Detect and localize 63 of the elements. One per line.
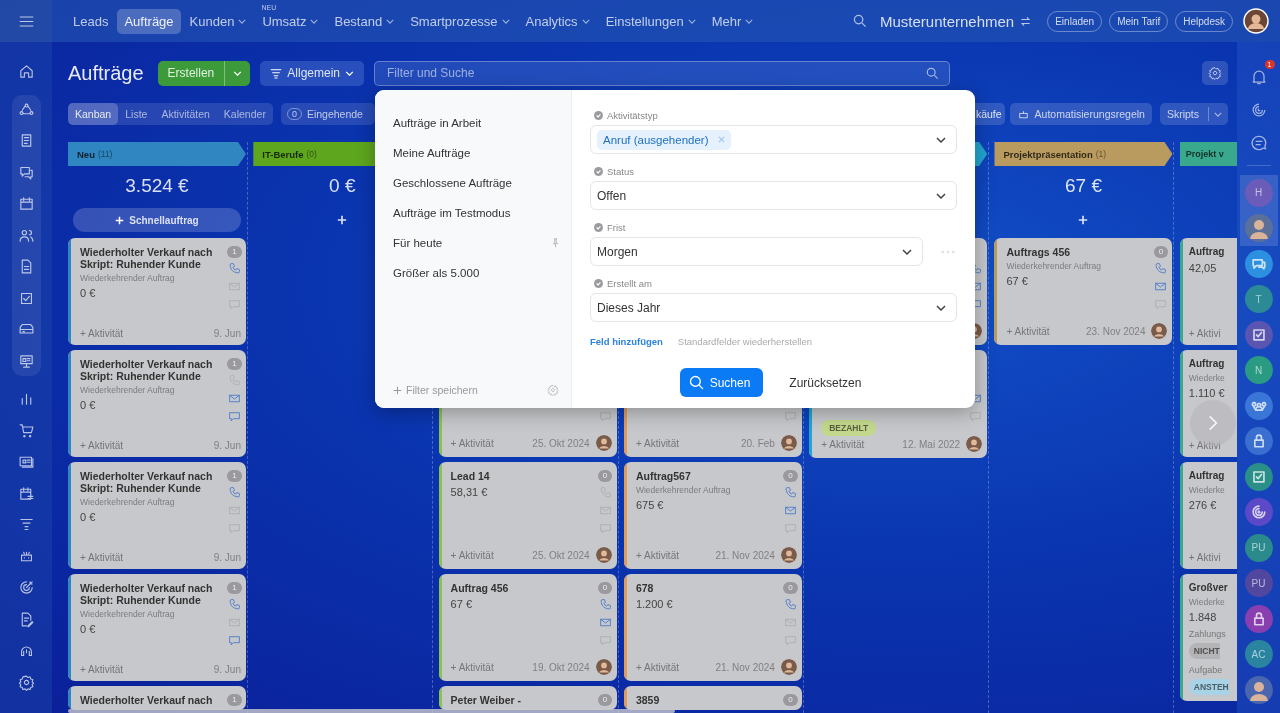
card-date: 21. Nov 2024	[715, 549, 775, 561]
card-subtitle: Wiederkehrender Auftrag	[1006, 261, 1101, 271]
activity-counter: 0	[597, 582, 613, 594]
card-amount: 1.110 €	[1188, 387, 1225, 399]
card-amount: 42,05	[1188, 262, 1217, 274]
field-label: Status	[607, 165, 634, 177]
card-amount: 675 €	[635, 499, 664, 511]
card-amount: 276 €	[1188, 499, 1217, 511]
field-label: Erstellt am	[607, 277, 652, 289]
card-date: 9. Jun	[213, 328, 241, 339]
activity-counter: 1	[227, 246, 242, 258]
card-date: 12. Mai 2022	[902, 438, 961, 450]
activity-counter: 0	[1153, 246, 1169, 258]
field-label: Aufgabe	[1188, 665, 1223, 675]
card-amount: 1.200 €	[635, 598, 673, 610]
card-subtitle: Wiederkehrender Auftrag	[635, 485, 731, 495]
status-label: BEZAHLT	[821, 420, 877, 436]
stage-title: IT-Berufe	[262, 148, 304, 160]
card-amount: 67 €	[450, 598, 472, 610]
card-subtitle: Wiederkehrender Auftrag	[80, 609, 175, 619]
card-date: 20. Feb	[740, 437, 775, 449]
card-amount: 58,31 €	[450, 486, 488, 498]
stage-title: Projekt v	[1185, 149, 1224, 159]
card-date: 23. Nov 2024	[1086, 325, 1146, 337]
stage-title: Projektpräsentation	[1003, 148, 1093, 160]
card-date: 9. Jun	[213, 552, 241, 563]
activity-counter: 1	[227, 582, 242, 594]
card-amount: 0 €	[80, 399, 96, 411]
status-label: ANSTEH	[1188, 679, 1229, 695]
card-amount: 0 €	[80, 511, 96, 523]
stage-count: (0)	[306, 149, 317, 159]
card-subtitle: Wiederke	[1188, 373, 1225, 383]
card-date: 19. Okt 2024	[532, 661, 590, 673]
card-date: 25. Okt 2024	[532, 549, 590, 561]
card-date: 21. Nov 2024	[715, 661, 775, 673]
field-label: Zahlungs	[1188, 629, 1226, 639]
stage-total: 3.524 €	[125, 174, 189, 198]
card-subtitle: Wiederkehrender Auftrag	[80, 385, 175, 395]
card-subtitle: Wiederke	[1188, 597, 1225, 607]
field-label: Aktivitätstyp	[607, 109, 658, 121]
activity-counter: 0	[597, 694, 613, 706]
card-date: 25. Okt 2024	[532, 437, 590, 449]
card-subtitle: Wiederkehrender Auftrag	[80, 497, 175, 507]
card-subtitle: Wiederke	[1188, 485, 1225, 495]
activity-counter: 0	[597, 470, 613, 482]
card-amount: 0 €	[80, 287, 96, 299]
card-date: 9. Jun	[213, 440, 241, 451]
stage-count: (1)	[1095, 149, 1107, 159]
status-label: NICHT	[1188, 643, 1220, 659]
card-date: 9. Jun	[213, 664, 241, 675]
card-amount: 1.848	[1188, 611, 1217, 623]
page-title: Aufträge	[68, 61, 144, 85]
activity-counter: 1	[227, 470, 242, 482]
stage-count: (11)	[97, 149, 113, 159]
stage-total: 0 €	[329, 174, 356, 198]
card-amount: 67 €	[1006, 275, 1028, 287]
activity-counter: 1	[227, 358, 242, 370]
stage-title: Neu	[77, 148, 95, 160]
stage-total: 67 €	[1065, 174, 1102, 198]
card-subtitle: Wiederkehrender Auftrag	[80, 273, 175, 283]
activity-counter: 1	[227, 694, 242, 706]
card-amount: 0 €	[80, 623, 96, 635]
field-label: Frist	[607, 221, 626, 233]
